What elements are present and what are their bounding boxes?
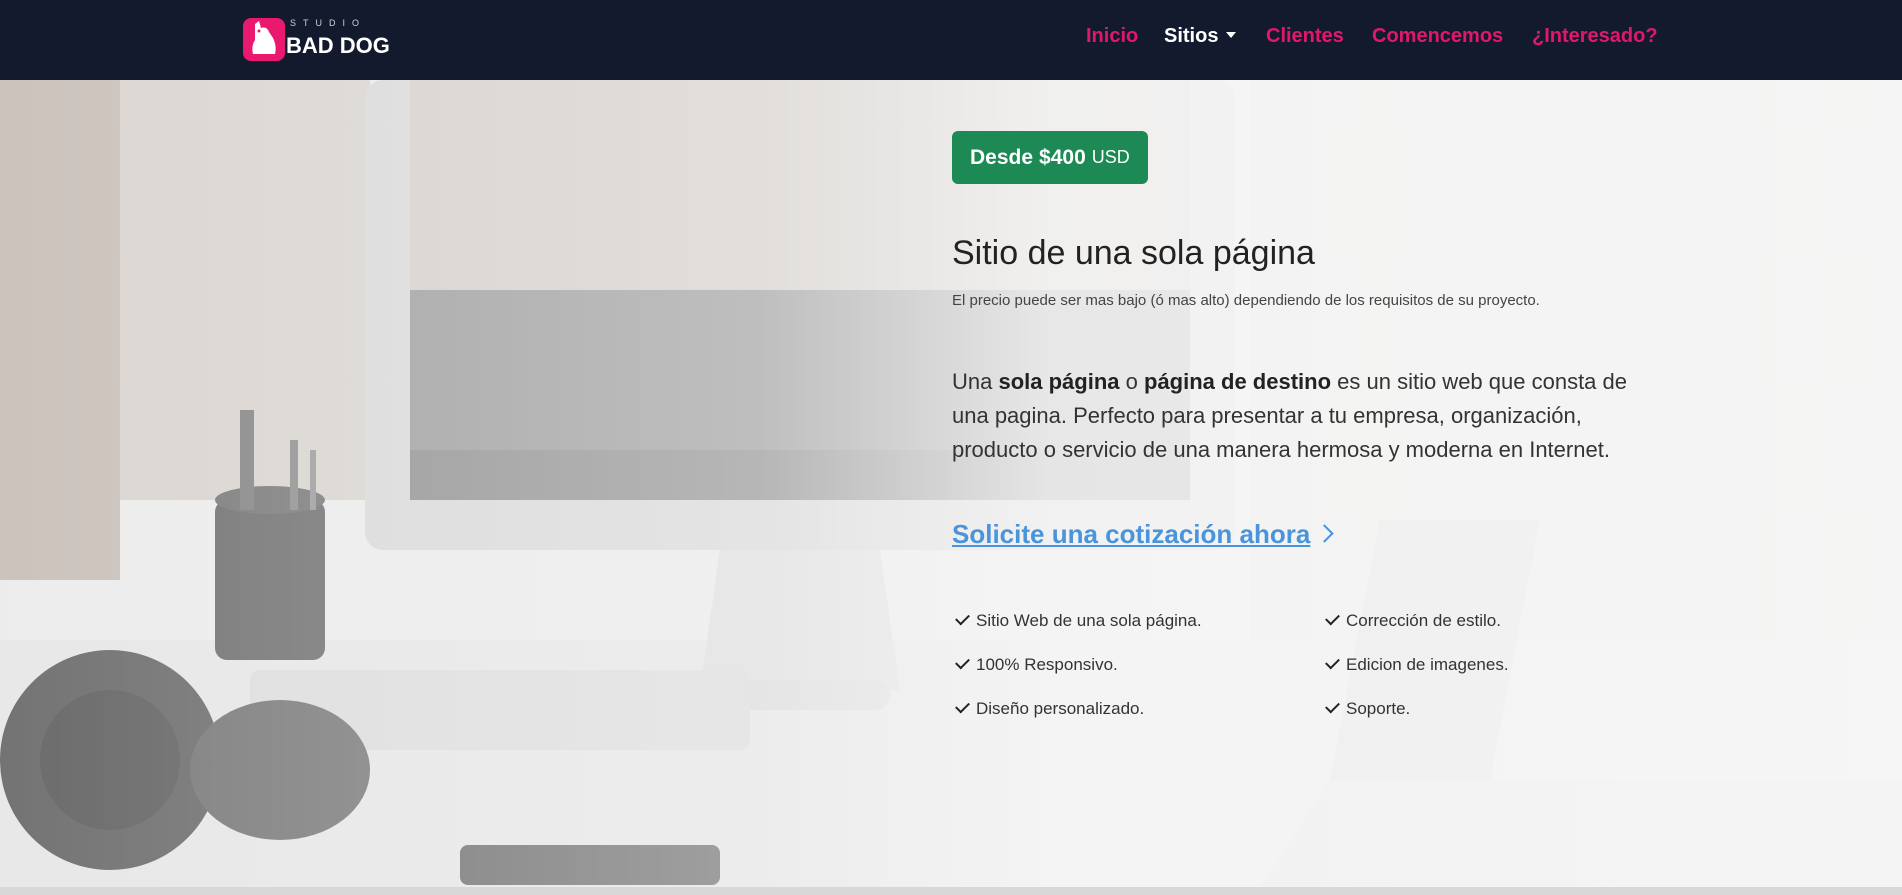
hero-overlay	[0, 80, 1902, 887]
feature-label: Corrección de estilo.	[1346, 611, 1501, 630]
list-item: Corrección de estilo.	[1325, 610, 1501, 631]
feature-label: Edicion de imagenes.	[1346, 655, 1509, 674]
nav-sitios-dropdown[interactable]: Sitios	[1164, 25, 1237, 48]
brand-logo[interactable]: STUDIO BAD DOG	[243, 16, 393, 64]
nav-inicio[interactable]: Inicio	[1086, 25, 1138, 48]
check-icon	[1325, 698, 1340, 714]
price-badge: Desde $400 USD	[952, 131, 1148, 184]
brand-name: BAD DOG	[286, 33, 390, 58]
caret-down-icon	[1226, 32, 1237, 38]
nav-sitios-label: Sitios	[1164, 25, 1219, 47]
check-icon	[955, 654, 970, 670]
top-navbar: STUDIO BAD DOG Inicio Sitios Clientes Co…	[0, 0, 1902, 80]
next-section-edge	[0, 887, 1902, 895]
cta-label: Solicite una cotización ahora	[952, 519, 1311, 549]
check-icon	[955, 698, 970, 714]
description-paragraph: Una sola página o página de destino es u…	[952, 365, 1652, 467]
price-unit: USD	[1091, 147, 1130, 167]
list-item: Diseño personalizado.	[955, 698, 1145, 719]
hero-section	[0, 80, 1902, 887]
list-item: Soporte.	[1325, 698, 1411, 719]
page-title: Sitio de una sola página	[952, 234, 1315, 272]
nav-comencemos[interactable]: Comencemos	[1372, 25, 1503, 48]
desc-bold-1: sola página	[998, 369, 1120, 394]
chevron-right-icon	[1315, 524, 1335, 543]
list-item: Edicion de imagenes.	[1325, 654, 1509, 675]
check-icon	[1325, 610, 1340, 626]
feature-label: Soporte.	[1346, 699, 1411, 718]
check-icon	[955, 610, 970, 626]
nav-interesado[interactable]: ¿Interesado?	[1532, 25, 1658, 48]
price-prefix: Desde	[970, 145, 1034, 169]
price-note: El precio puede ser mas bajo (ó mas alto…	[952, 292, 1540, 309]
check-icon	[1325, 654, 1340, 670]
price-amount: $400	[1039, 145, 1086, 169]
feature-label: 100% Responsivo.	[976, 655, 1118, 674]
list-item: 100% Responsivo.	[955, 654, 1118, 675]
desc-bold-2: página de destino	[1144, 369, 1332, 394]
dog-logo-icon	[243, 18, 285, 61]
list-item: Sitio Web de una sola página.	[955, 610, 1202, 631]
desc-text-2: o	[1119, 369, 1144, 394]
nav-clientes[interactable]: Clientes	[1266, 25, 1344, 48]
quote-cta-link[interactable]: Solicite una cotización ahora	[952, 519, 1335, 550]
desc-text-1: Una	[952, 369, 999, 394]
brand-small-text: STUDIO	[290, 18, 367, 28]
feature-label: Sitio Web de una sola página.	[976, 611, 1202, 630]
feature-label: Diseño personalizado.	[976, 699, 1145, 718]
